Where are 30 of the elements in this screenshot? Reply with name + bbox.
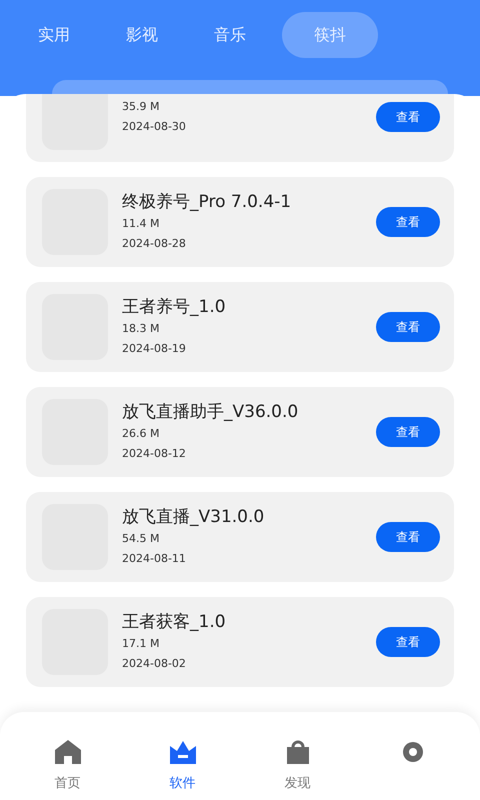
view-button[interactable]: 查看	[376, 312, 440, 342]
nav-label[interactable]: 发现	[284, 774, 310, 792]
app-date: 2024-08-19	[122, 341, 187, 357]
app-date: 2024-08-30	[122, 119, 187, 135]
app-title: 放飞直播_V31.0.0	[122, 506, 266, 529]
home-icon	[52, 738, 82, 766]
app-date: 2024-08-12	[122, 446, 187, 462]
nav-label[interactable]: 首页	[54, 774, 80, 792]
app-size: 26.6 M	[122, 426, 160, 442]
app-size: 54.5 M	[122, 531, 160, 547]
app-date: 2024-08-11	[122, 551, 187, 567]
app-title: 王者获客_1.0	[122, 611, 227, 634]
view-button[interactable]: 查看	[376, 207, 440, 237]
view-button[interactable]: 查看	[376, 522, 440, 552]
app-size: 17.1 M	[122, 636, 160, 652]
app-title: 王者养号_1.0	[122, 296, 227, 319]
app-size: 11.4 M	[122, 216, 160, 232]
view-button[interactable]: 查看	[376, 417, 440, 447]
category-tab[interactable]: 影视	[98, 12, 186, 58]
app-title: 终极养号_Pro 7.0.4-1	[122, 191, 292, 214]
view-button[interactable]: 查看	[376, 102, 440, 132]
view-button[interactable]: 查看	[376, 627, 440, 657]
app-date: 2024-08-28	[122, 236, 187, 252]
category-tab[interactable]: 音乐	[186, 12, 274, 58]
category-tab[interactable]: 实用	[10, 12, 98, 58]
nav-label[interactable]: 软件	[170, 774, 196, 792]
app-title: 放飞直播助手_V36.0.0	[122, 401, 300, 424]
app-date: 2024-08-02	[122, 656, 187, 672]
app-size: 18.3 M	[122, 321, 160, 337]
app-size: 35.9 M	[122, 99, 160, 115]
